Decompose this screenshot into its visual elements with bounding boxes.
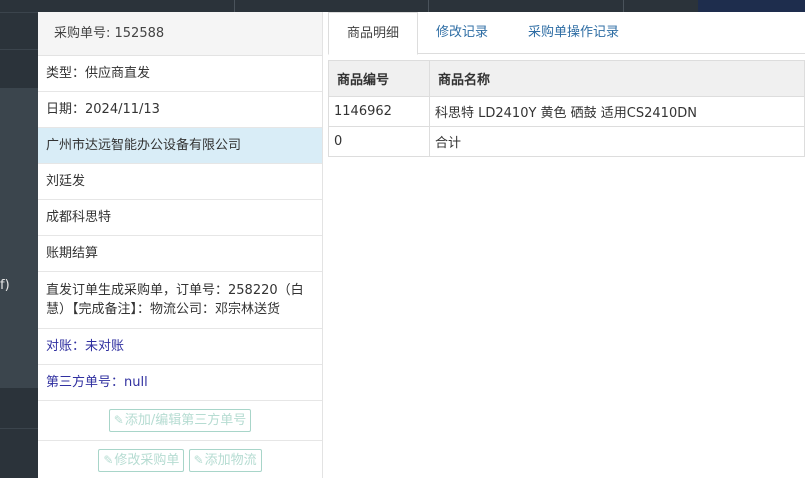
total-label: 合计 [429,126,805,157]
edit-icon: ✎ [193,453,204,467]
third-party-number: 第三方单号：null [38,365,322,401]
edit-order-label: 修改采购单 [114,453,180,468]
topbar-divider [623,0,624,12]
reconcile-status: 对账：未对账 [38,329,322,365]
order-actions: ✎修改采购单 ✎添加物流 [38,441,322,472]
supplier-name: 广州市达远智能办公设备有限公司 [38,128,322,164]
tab-bar: 商品明细 修改记录 采购单操作记录 [328,12,805,55]
settlement-type: 账期结算 [38,236,322,272]
tab-product-details[interactable]: 商品明细 [328,12,418,55]
edit-third-party-label: 添加/编辑第三方单号 [124,413,247,428]
order-date: 日期：2024/11/13 [38,92,322,128]
order-type: 类型：供应商直发 [38,56,322,92]
order-info-panel: 采购单号: 152588 类型：供应商直发 日期：2024/11/13 广州市达… [38,12,323,478]
edit-third-party-button[interactable]: ✎添加/编辑第三方单号 [108,409,252,432]
tab-operation-log[interactable]: 采购单操作记录 [528,12,619,53]
sidebar-divider [0,49,38,50]
edit-order-button[interactable]: ✎修改采购单 [98,449,185,472]
order-note: 直发订单生成采购单，订单号：258220（白慧）【完成备注】：物流公司：邓宗林送… [38,272,322,329]
edit-icon: ✎ [103,453,114,467]
column-header: 商品编号 [328,60,430,97]
table-header-row: 商品编号 商品名称 [328,60,805,97]
background-sidebar [0,0,38,478]
topbar-accent [698,0,805,12]
product-code: 1146962 [328,96,430,127]
sidebar-block [0,0,38,88]
sidebar-divider [0,12,38,13]
third-party-actions: ✎添加/编辑第三方单号 [38,401,322,441]
product-name: 科思特 LD2410Y 黄色 硒鼓 适用CS2410DN [429,96,805,127]
background-topbar [38,0,805,12]
product-table: 商品编号 商品名称 1146962 科思特 LD2410Y 黄色 硒鼓 适用CS… [328,60,805,157]
add-logistics-button[interactable]: ✎添加物流 [188,449,262,472]
topbar-divider [234,0,235,12]
edit-icon: ✎ [113,413,124,427]
sidebar-block [0,88,38,388]
column-header: 商品名称 [429,60,805,97]
order-number: 采购单号: 152588 [38,12,322,56]
company-name: 成都科思特 [38,200,322,236]
background-text: f) [0,278,10,293]
detail-panel: 商品明细 修改记录 采购单操作记录 商品编号 商品名称 1146962 科思特 … [323,12,805,478]
buyer-name: 刘廷发 [38,164,322,200]
total-code: 0 [328,126,430,157]
table-row: 0 合计 [328,126,805,157]
tab-change-log[interactable]: 修改记录 [436,12,488,53]
table-row: 1146962 科思特 LD2410Y 黄色 硒鼓 适用CS2410DN [328,96,805,127]
sidebar-divider [0,428,38,429]
add-logistics-label: 添加物流 [204,453,257,468]
topbar-divider [428,0,429,12]
